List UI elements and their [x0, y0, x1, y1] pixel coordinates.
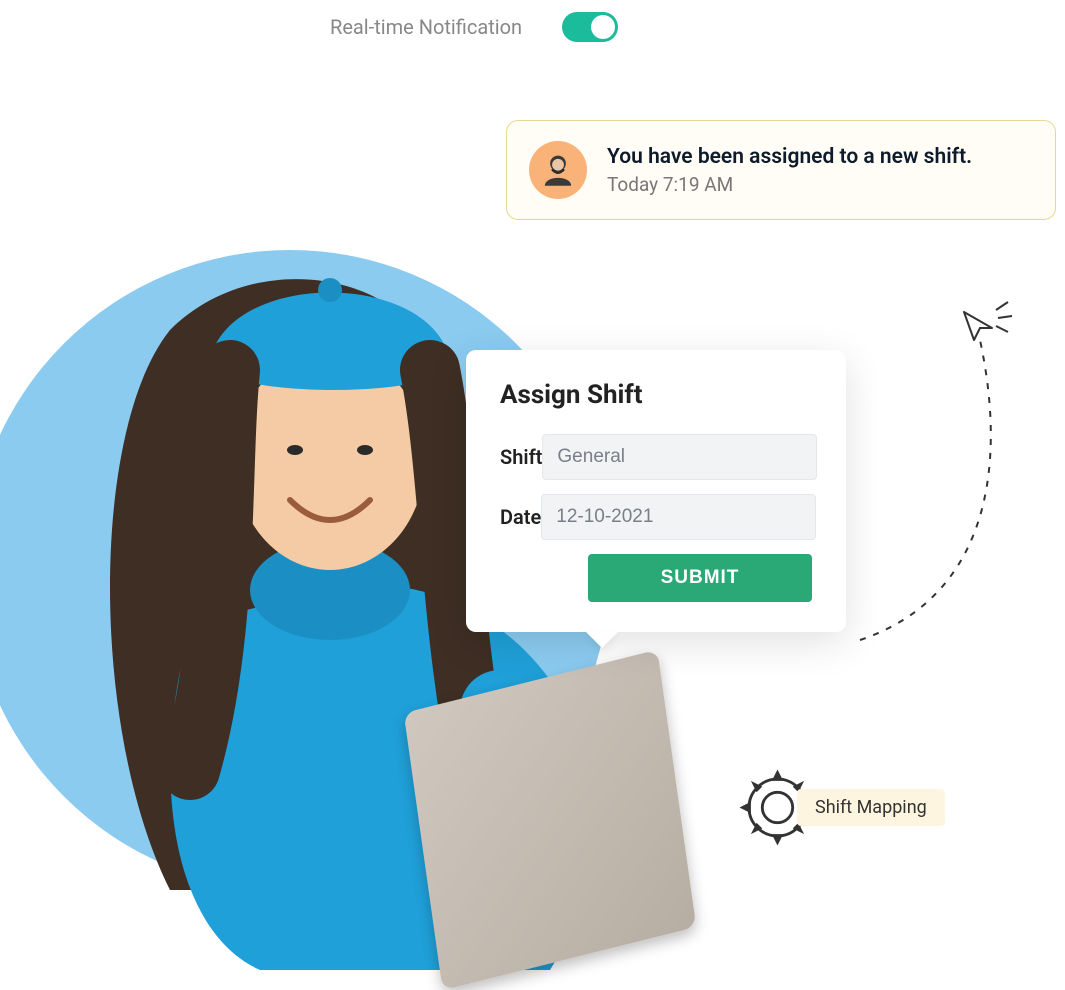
- assign-shift-title: Assign Shift: [500, 380, 812, 410]
- arrow-path-icon: [850, 300, 1030, 660]
- avatar: [529, 141, 587, 199]
- date-label: Date: [500, 505, 541, 529]
- realtime-notification-toggle[interactable]: [562, 12, 618, 42]
- notification-time: Today 7:19 AM: [607, 173, 1033, 196]
- shift-input[interactable]: [542, 434, 817, 480]
- submit-button[interactable]: SUBMIT: [588, 554, 812, 602]
- notification-card: You have been assigned to a new shift. T…: [506, 120, 1056, 220]
- shift-mapping-badge: Shift Mapping: [797, 789, 945, 826]
- person-icon: [537, 149, 579, 191]
- toggle-knob: [591, 15, 615, 39]
- realtime-notification-label: Real-time Notification: [330, 15, 522, 39]
- date-input[interactable]: [541, 494, 816, 540]
- shift-label: Shift: [500, 445, 542, 469]
- notification-title: You have been assigned to a new shift.: [607, 145, 1033, 169]
- assign-shift-card: Assign Shift Shift Date SUBMIT: [466, 350, 846, 632]
